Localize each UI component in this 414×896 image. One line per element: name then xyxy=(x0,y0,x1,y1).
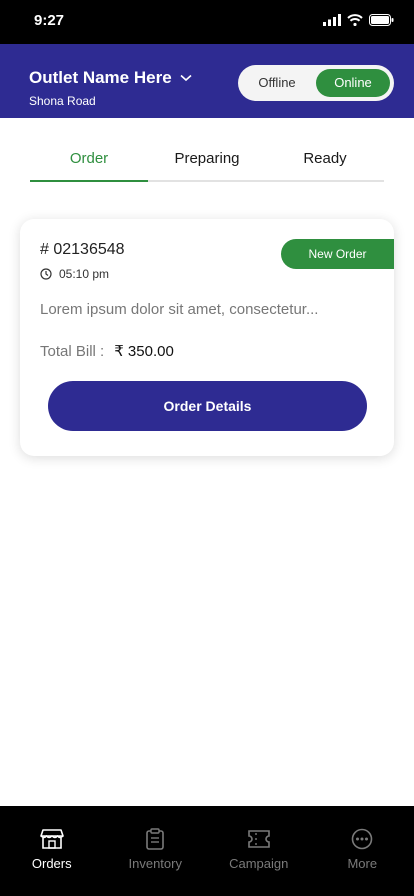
order-details-button[interactable]: Order Details xyxy=(48,381,367,431)
order-status-tabs: Order Preparing Ready xyxy=(30,140,384,182)
order-time: 05:10 pm xyxy=(40,267,109,281)
nav-label-more: More xyxy=(347,856,378,871)
order-id: # 02136548 xyxy=(40,241,125,258)
outlet-selector[interactable]: Outlet Name Here xyxy=(29,68,192,88)
status-time: 9:27 xyxy=(34,12,65,29)
tab-ready[interactable]: Ready xyxy=(266,140,384,180)
bottom-nav: Orders Inventory Campaign More xyxy=(0,806,414,896)
order-time-value: 05:10 pm xyxy=(59,267,110,281)
offline-option[interactable]: Offline xyxy=(242,69,312,97)
order-card: # 02136548 05:10 pm New Order Lorem ipsu… xyxy=(20,219,394,456)
wifi-icon xyxy=(347,14,363,26)
order-description: Lorem ipsum dolor sit amet, consectetur.… xyxy=(40,301,319,318)
total-bill: Total Bill : ₹ 350.00 xyxy=(40,342,174,360)
nav-label-campaign: Campaign xyxy=(229,856,289,871)
clock-icon xyxy=(40,268,52,280)
total-bill-label: Total Bill : xyxy=(40,343,105,360)
nav-item-orders[interactable]: Orders xyxy=(0,806,104,896)
clipboard-icon xyxy=(146,828,165,850)
store-icon xyxy=(39,829,64,849)
tab-order[interactable]: Order xyxy=(30,140,148,182)
outlet-name: Outlet Name Here xyxy=(29,68,172,87)
nav-label-orders: Orders xyxy=(31,856,72,871)
chevron-down-icon xyxy=(180,74,192,82)
ticket-icon xyxy=(247,830,270,848)
nav-item-more[interactable]: More xyxy=(311,806,414,896)
status-icons xyxy=(323,14,394,26)
nav-item-inventory[interactable]: Inventory xyxy=(104,806,208,896)
app-header: Outlet Name Here Shona Road Offline Onli… xyxy=(0,44,414,118)
tab-preparing[interactable]: Preparing xyxy=(148,140,266,180)
nav-label-inventory: Inventory xyxy=(128,856,182,871)
battery-icon xyxy=(369,14,394,26)
more-icon xyxy=(351,828,373,850)
signal-icon xyxy=(323,14,341,26)
online-option[interactable]: Online xyxy=(316,69,390,97)
status-bar: 9:27 xyxy=(0,0,414,44)
total-bill-value: ₹ 350.00 xyxy=(114,343,174,360)
nav-item-campaign[interactable]: Campaign xyxy=(207,806,311,896)
new-order-badge: New Order xyxy=(281,239,394,269)
outlet-location: Shona Road xyxy=(29,94,96,108)
online-status-toggle[interactable]: Offline Online xyxy=(238,65,394,101)
